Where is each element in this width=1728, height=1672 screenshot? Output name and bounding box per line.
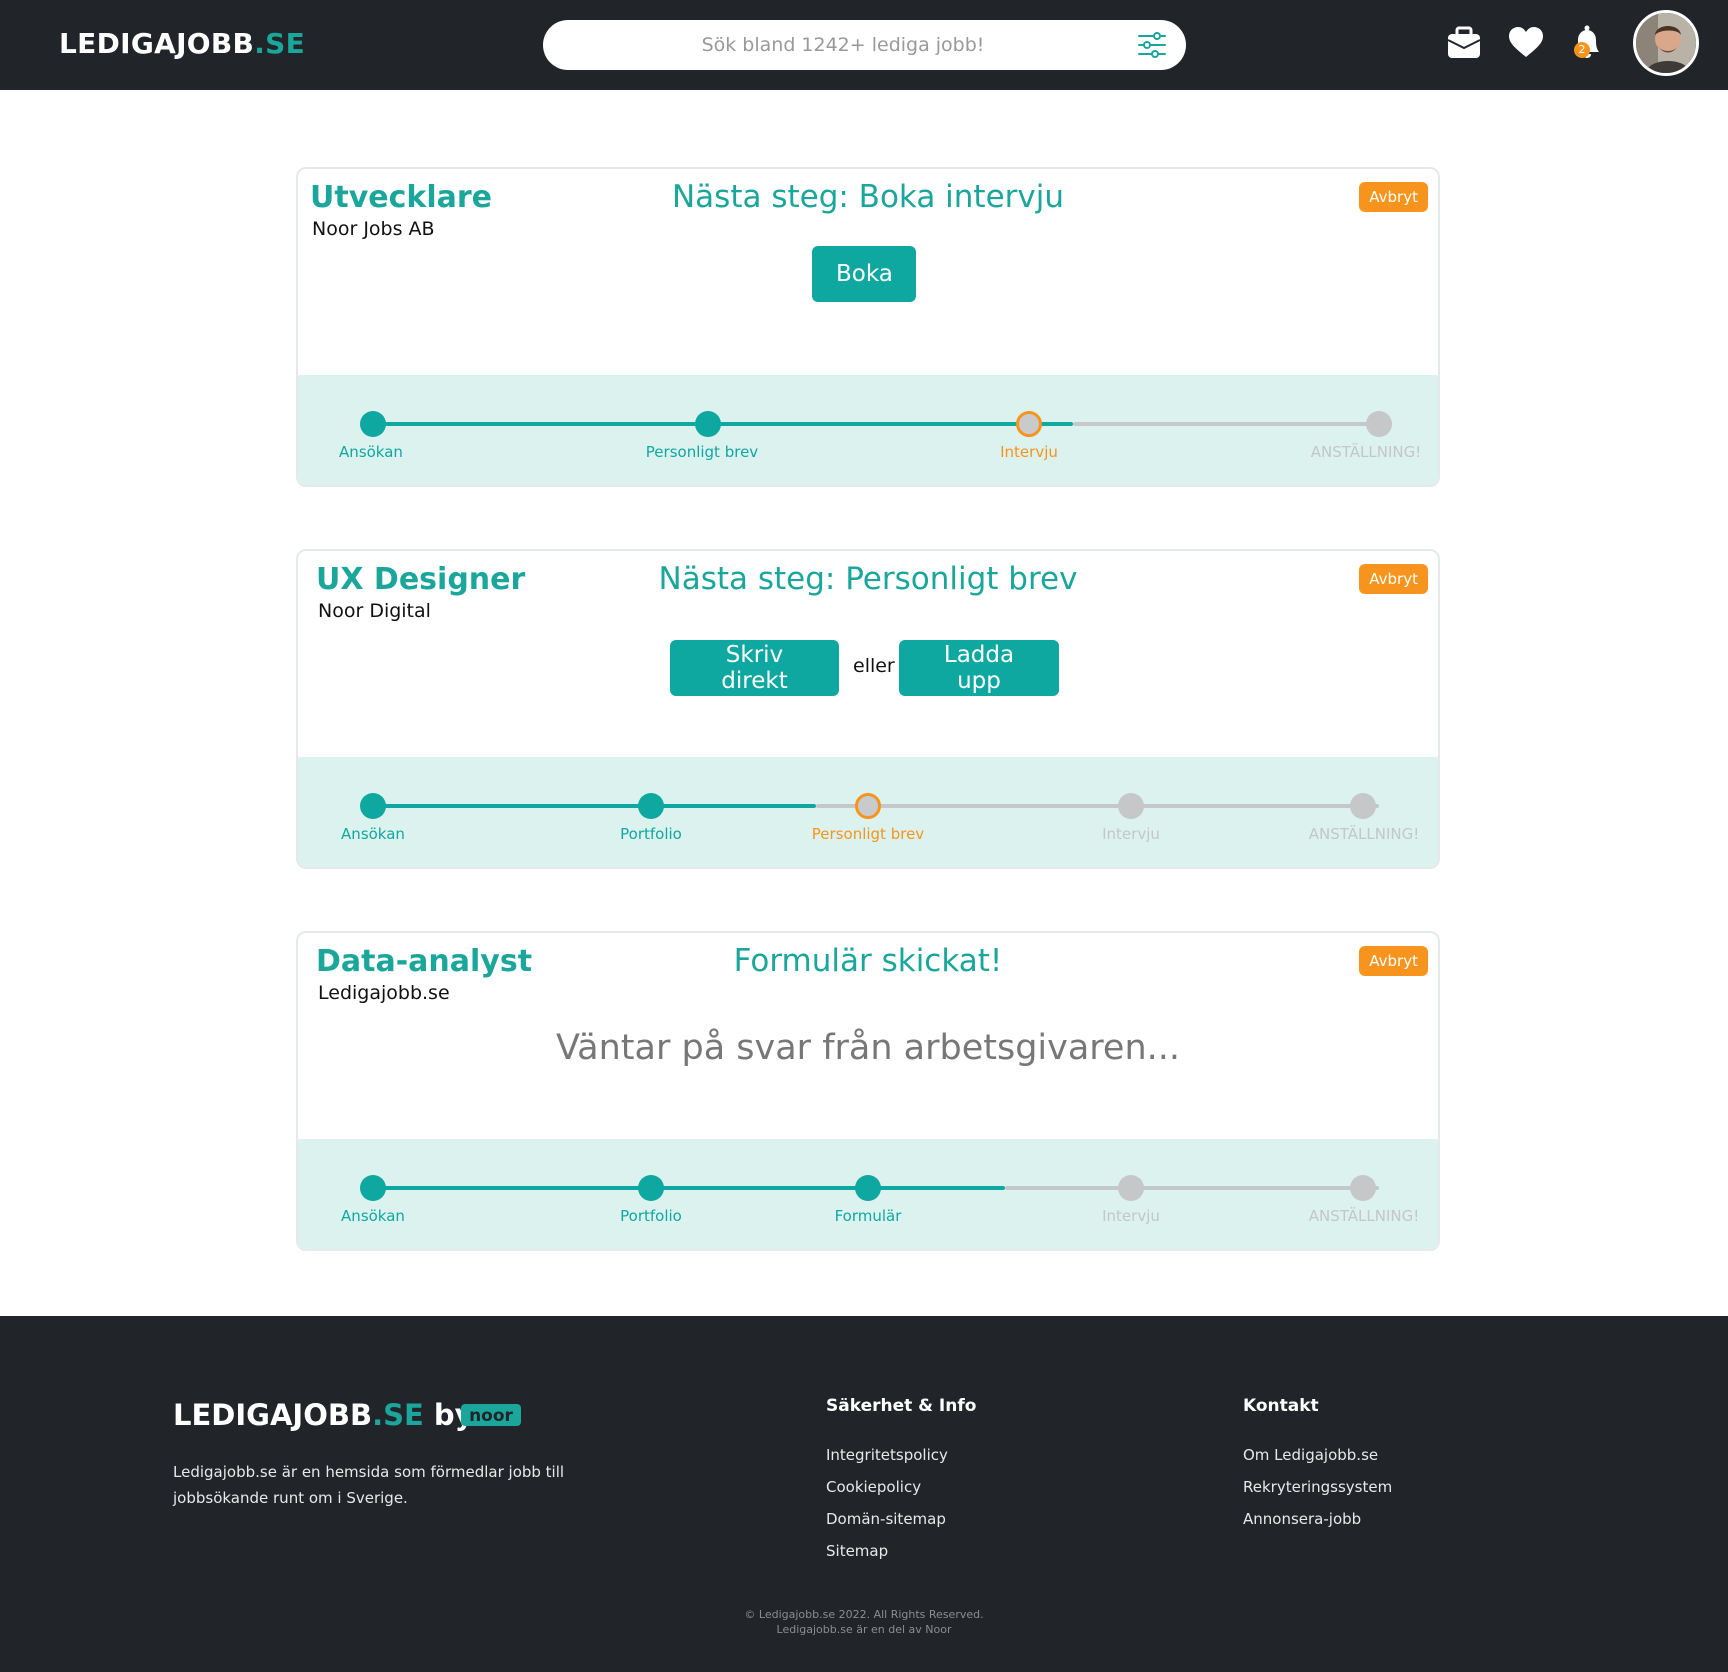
step-label: Intervju xyxy=(1102,825,1160,843)
site-footer: LEDIGAJOBB.SE by noor Ledigajobb.se är e… xyxy=(0,1316,1728,1672)
step-dot-done[interactable] xyxy=(360,793,386,819)
avatar[interactable] xyxy=(1633,10,1699,76)
step-label: Ansökan xyxy=(339,443,403,461)
heart-icon[interactable] xyxy=(1507,24,1545,62)
next-step-heading: Nästa steg: Personligt brev xyxy=(658,561,1078,597)
noor-logo[interactable]: noor xyxy=(461,1400,521,1428)
step-dot-future[interactable] xyxy=(1366,411,1392,437)
waiting-message: Väntar på svar från arbetsgivaren... xyxy=(555,1028,1181,1068)
footer-heading-contact: Kontakt xyxy=(1243,1396,1319,1416)
progress-tracker: Ansökan Personligt brev Intervju ANSTÄLL… xyxy=(298,375,1438,485)
footer-link-domain-sitemap[interactable]: Domän-sitemap xyxy=(826,1510,946,1528)
footer-description: Ledigajobb.se är en hemsida som förmedla… xyxy=(173,1463,565,1507)
cancel-button[interactable]: Avbryt xyxy=(1359,946,1428,976)
footer-link-recruiting[interactable]: Rekryteringssystem xyxy=(1243,1478,1392,1496)
progress-tracker: Ansökan Portfolio Formulär Intervju ANST… xyxy=(298,1139,1438,1249)
step-dot-done[interactable] xyxy=(695,411,721,437)
progress-line-remaining xyxy=(1073,422,1379,426)
progress-line-done xyxy=(373,1186,1005,1190)
company-name: Noor Digital xyxy=(318,600,431,622)
filter-icon[interactable] xyxy=(1137,31,1167,59)
footer-link-advertise[interactable]: Annonsera-jobb xyxy=(1243,1510,1361,1528)
step-label: ANSTÄLLNING! xyxy=(1310,443,1422,461)
step-label: ANSTÄLLNING! xyxy=(1308,1207,1420,1225)
progress-line-remaining xyxy=(1005,1186,1379,1190)
step-dot-done[interactable] xyxy=(360,411,386,437)
step-label: Intervju xyxy=(1102,1207,1160,1225)
search-bar xyxy=(543,20,1186,70)
progress-line-done xyxy=(373,804,816,808)
step-label: ANSTÄLLNING! xyxy=(1308,825,1420,843)
footer-link-cookies[interactable]: Cookiepolicy xyxy=(826,1478,921,1496)
company-name: Noor Jobs AB xyxy=(312,218,435,240)
site-logo[interactable]: LEDIGAJOBB.SE xyxy=(59,27,305,60)
step-dot-future[interactable] xyxy=(1118,793,1144,819)
book-button[interactable]: Boka xyxy=(812,246,916,302)
step-dot-future[interactable] xyxy=(1118,1175,1144,1201)
step-dot-current[interactable] xyxy=(855,793,881,819)
footer-heading-info: Säkerhet & Info xyxy=(826,1396,977,1416)
copyright: © Ledigajobb.se 2022. All Rights Reserve… xyxy=(744,1608,984,1621)
progress-tracker: Ansökan Portfolio Personligt brev Interv… xyxy=(298,757,1438,867)
step-label: Ansökan xyxy=(341,825,405,843)
search-input[interactable] xyxy=(573,20,1113,70)
briefcase-icon[interactable] xyxy=(1445,24,1483,62)
progress-line-remaining xyxy=(816,804,1379,808)
footer-link-about[interactable]: Om Ledigajobb.se xyxy=(1243,1446,1378,1464)
step-label: Formulär xyxy=(834,1207,902,1225)
step-label: Personligt brev xyxy=(645,443,759,461)
cancel-button[interactable]: Avbryt xyxy=(1359,564,1428,594)
progress-line-done xyxy=(373,422,1073,426)
or-text: eller xyxy=(853,655,895,677)
copyright-sub: Ledigajobb.se är en del av Noor xyxy=(776,1623,952,1636)
footer-link-privacy[interactable]: Integritetspolicy xyxy=(826,1446,948,1464)
footer-logo[interactable]: LEDIGAJOBB.SE by xyxy=(173,1398,474,1432)
step-dot-current[interactable] xyxy=(1016,411,1042,437)
next-step-heading: Nästa steg: Boka intervju xyxy=(671,179,1065,215)
step-dot-done[interactable] xyxy=(638,793,664,819)
step-dot-future[interactable] xyxy=(1350,793,1376,819)
company-name: Ledigajobb.se xyxy=(318,982,450,1004)
step-label: Personligt brev xyxy=(811,825,925,843)
step-dot-done[interactable] xyxy=(360,1175,386,1201)
top-navbar: LEDIGAJOBB.SE 2 xyxy=(0,0,1728,90)
step-dot-future[interactable] xyxy=(1350,1175,1376,1201)
step-label: Ansökan xyxy=(341,1207,405,1225)
upload-button[interactable]: Ladda upp xyxy=(899,640,1059,696)
step-label: Portfolio xyxy=(620,1207,682,1225)
notification-badge: 2 xyxy=(1574,42,1590,58)
step-label: Portfolio xyxy=(620,825,682,843)
application-card: Data-analyst Ledigajobb.se Formulär skic… xyxy=(296,931,1440,1251)
step-dot-done[interactable] xyxy=(855,1175,881,1201)
svg-text:noor: noor xyxy=(469,1406,513,1426)
step-label: Intervju xyxy=(1000,443,1058,461)
cancel-button[interactable]: Avbryt xyxy=(1359,182,1428,212)
application-card: Utvecklare Noor Jobs AB Nästa steg: Boka… xyxy=(296,167,1440,487)
step-dot-done[interactable] xyxy=(638,1175,664,1201)
next-step-heading: Formulär skickat! xyxy=(733,943,1003,979)
write-directly-button[interactable]: Skriv direkt xyxy=(670,640,839,696)
application-card: UX Designer Noor Digital Nästa steg: Per… xyxy=(296,549,1440,869)
footer-link-sitemap[interactable]: Sitemap xyxy=(826,1542,888,1560)
